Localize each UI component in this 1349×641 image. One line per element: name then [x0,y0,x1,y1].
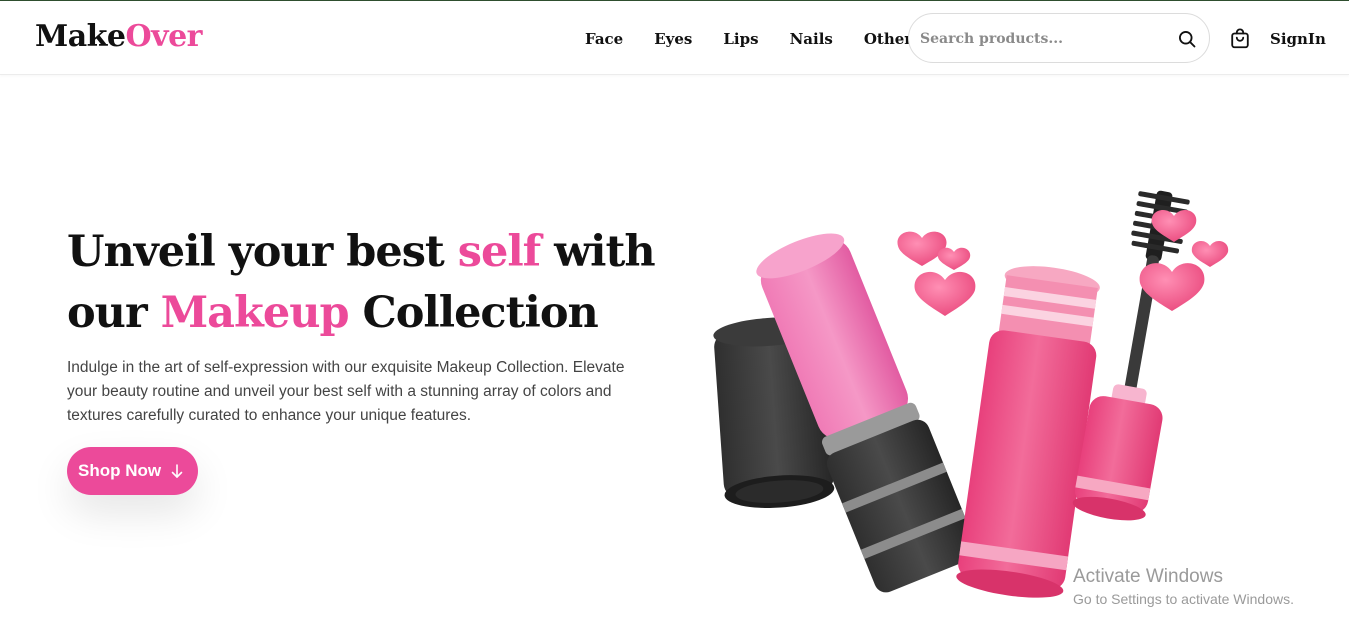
search-input[interactable] [920,28,1160,50]
logo-text-make: Make [35,19,126,54]
hero-title: Unveil your best self with our Makeup Col… [67,222,667,344]
nav-item-nails[interactable]: Nails [790,29,833,49]
shop-now-button[interactable]: Shop Now [67,447,198,495]
hero-title-highlight-self: self [457,227,541,277]
nav-item-lips[interactable]: Lips [723,29,758,49]
hero-title-part2: with [540,227,655,277]
shop-now-label: Shop Now [78,461,162,480]
hero-description: Indulge in the art of self-expression wi… [67,359,625,424]
signin-link[interactable]: SignIn [1270,30,1326,48]
hero-title-highlight-makeup: Makeup [160,288,350,338]
search-box [908,13,1210,63]
nail-polish-bottle [956,266,1100,598]
logo-text-over: Over [125,19,203,54]
site-header: MakeOver Face Eyes Lips Nails Others Sig… [0,1,1349,75]
nav-item-face[interactable]: Face [585,29,623,49]
arrow-down-icon [171,464,183,478]
main-nav: Face Eyes Lips Nails Others [585,29,921,49]
logo[interactable]: MakeOver [35,19,203,55]
nav-item-eyes[interactable]: Eyes [654,29,692,49]
watermark-title: Activate Windows [1073,566,1223,587]
makeup-illustration [713,190,1229,598]
hero-title-part4: Collection [348,288,599,338]
windows-activation-watermark: Activate Windows Go to Settings to activ… [1073,566,1294,609]
shopping-bag-icon[interactable] [1229,28,1251,50]
watermark-subtitle: Go to Settings to activate Windows. [1073,591,1294,607]
hero-title-part1: Unveil your best [67,227,458,277]
search-icon[interactable] [1177,29,1197,49]
hero-title-part3: our [67,288,161,338]
